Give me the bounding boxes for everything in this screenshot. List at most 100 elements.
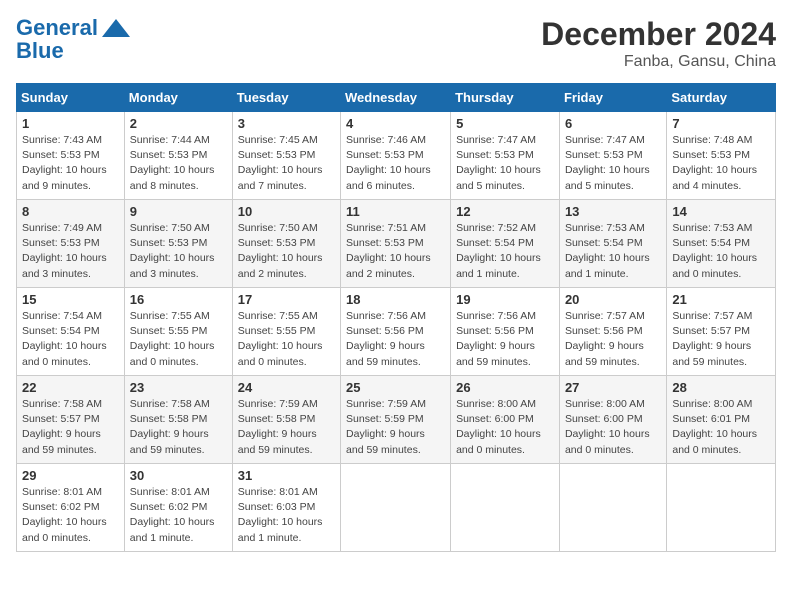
day-info: Sunrise: 8:00 AMSunset: 6:01 PMDaylight:…: [672, 397, 770, 458]
month-title: December 2024: [541, 16, 776, 53]
day-number: 18: [346, 292, 445, 307]
logo-blue: Blue: [16, 38, 64, 64]
calendar-week-row: 15 Sunrise: 7:54 AMSunset: 5:54 PMDaylig…: [17, 288, 776, 376]
day-info: Sunrise: 7:50 AMSunset: 5:53 PMDaylight:…: [238, 221, 335, 282]
table-row: [559, 464, 666, 552]
day-info: Sunrise: 7:50 AMSunset: 5:53 PMDaylight:…: [130, 221, 227, 282]
day-number: 13: [565, 204, 661, 219]
table-row: 12 Sunrise: 7:52 AMSunset: 5:54 PMDaylig…: [451, 200, 560, 288]
col-friday: Friday: [559, 84, 666, 112]
day-number: 2: [130, 116, 227, 131]
day-number: 31: [238, 468, 335, 483]
day-info: Sunrise: 8:01 AMSunset: 6:02 PMDaylight:…: [22, 485, 119, 546]
day-info: Sunrise: 7:58 AMSunset: 5:58 PMDaylight:…: [130, 397, 227, 458]
day-number: 20: [565, 292, 661, 307]
day-number: 10: [238, 204, 335, 219]
col-monday: Monday: [124, 84, 232, 112]
day-number: 14: [672, 204, 770, 219]
day-number: 26: [456, 380, 554, 395]
day-info: Sunrise: 7:53 AMSunset: 5:54 PMDaylight:…: [672, 221, 770, 282]
day-info: Sunrise: 8:00 AMSunset: 6:00 PMDaylight:…: [456, 397, 554, 458]
table-row: 7 Sunrise: 7:48 AMSunset: 5:53 PMDayligh…: [667, 112, 776, 200]
day-info: Sunrise: 7:57 AMSunset: 5:57 PMDaylight:…: [672, 309, 770, 370]
table-row: 14 Sunrise: 7:53 AMSunset: 5:54 PMDaylig…: [667, 200, 776, 288]
day-info: Sunrise: 7:45 AMSunset: 5:53 PMDaylight:…: [238, 133, 335, 194]
day-info: Sunrise: 8:00 AMSunset: 6:00 PMDaylight:…: [565, 397, 661, 458]
day-number: 5: [456, 116, 554, 131]
logo-text: General: [16, 16, 98, 40]
day-number: 11: [346, 204, 445, 219]
day-number: 29: [22, 468, 119, 483]
table-row: 26 Sunrise: 8:00 AMSunset: 6:00 PMDaylig…: [451, 376, 560, 464]
table-row: 13 Sunrise: 7:53 AMSunset: 5:54 PMDaylig…: [559, 200, 666, 288]
table-row: 18 Sunrise: 7:56 AMSunset: 5:56 PMDaylig…: [341, 288, 451, 376]
table-row: 5 Sunrise: 7:47 AMSunset: 5:53 PMDayligh…: [451, 112, 560, 200]
table-row: 22 Sunrise: 7:58 AMSunset: 5:57 PMDaylig…: [17, 376, 125, 464]
col-sunday: Sunday: [17, 84, 125, 112]
table-row: 11 Sunrise: 7:51 AMSunset: 5:53 PMDaylig…: [341, 200, 451, 288]
day-info: Sunrise: 7:46 AMSunset: 5:53 PMDaylight:…: [346, 133, 445, 194]
logo: General Blue: [16, 16, 130, 64]
header-row: Sunday Monday Tuesday Wednesday Thursday…: [17, 84, 776, 112]
day-info: Sunrise: 7:59 AMSunset: 5:59 PMDaylight:…: [346, 397, 445, 458]
day-number: 16: [130, 292, 227, 307]
table-row: 4 Sunrise: 7:46 AMSunset: 5:53 PMDayligh…: [341, 112, 451, 200]
table-row: 17 Sunrise: 7:55 AMSunset: 5:55 PMDaylig…: [232, 288, 340, 376]
table-row: 10 Sunrise: 7:50 AMSunset: 5:53 PMDaylig…: [232, 200, 340, 288]
day-number: 4: [346, 116, 445, 131]
table-row: 28 Sunrise: 8:00 AMSunset: 6:01 PMDaylig…: [667, 376, 776, 464]
day-number: 21: [672, 292, 770, 307]
day-info: Sunrise: 7:51 AMSunset: 5:53 PMDaylight:…: [346, 221, 445, 282]
table-row: 24 Sunrise: 7:59 AMSunset: 5:58 PMDaylig…: [232, 376, 340, 464]
table-row: 6 Sunrise: 7:47 AMSunset: 5:53 PMDayligh…: [559, 112, 666, 200]
title-block: December 2024 Fanba, Gansu, China: [541, 16, 776, 71]
table-row: [451, 464, 560, 552]
logo-icon: [102, 19, 130, 37]
calendar-table: Sunday Monday Tuesday Wednesday Thursday…: [16, 83, 776, 552]
day-number: 6: [565, 116, 661, 131]
day-info: Sunrise: 7:52 AMSunset: 5:54 PMDaylight:…: [456, 221, 554, 282]
table-row: 15 Sunrise: 7:54 AMSunset: 5:54 PMDaylig…: [17, 288, 125, 376]
table-row: [667, 464, 776, 552]
col-saturday: Saturday: [667, 84, 776, 112]
page-header: General Blue December 2024 Fanba, Gansu,…: [16, 16, 776, 71]
table-row: 30 Sunrise: 8:01 AMSunset: 6:02 PMDaylig…: [124, 464, 232, 552]
day-number: 25: [346, 380, 445, 395]
day-info: Sunrise: 7:58 AMSunset: 5:57 PMDaylight:…: [22, 397, 119, 458]
day-info: Sunrise: 7:55 AMSunset: 5:55 PMDaylight:…: [238, 309, 335, 370]
table-row: 8 Sunrise: 7:49 AMSunset: 5:53 PMDayligh…: [17, 200, 125, 288]
day-number: 27: [565, 380, 661, 395]
day-number: 12: [456, 204, 554, 219]
calendar-week-row: 22 Sunrise: 7:58 AMSunset: 5:57 PMDaylig…: [17, 376, 776, 464]
day-info: Sunrise: 7:53 AMSunset: 5:54 PMDaylight:…: [565, 221, 661, 282]
table-row: 21 Sunrise: 7:57 AMSunset: 5:57 PMDaylig…: [667, 288, 776, 376]
calendar-week-row: 8 Sunrise: 7:49 AMSunset: 5:53 PMDayligh…: [17, 200, 776, 288]
day-number: 19: [456, 292, 554, 307]
day-number: 23: [130, 380, 227, 395]
day-info: Sunrise: 8:01 AMSunset: 6:03 PMDaylight:…: [238, 485, 335, 546]
day-number: 9: [130, 204, 227, 219]
day-number: 17: [238, 292, 335, 307]
day-info: Sunrise: 7:43 AMSunset: 5:53 PMDaylight:…: [22, 133, 119, 194]
day-info: Sunrise: 7:59 AMSunset: 5:58 PMDaylight:…: [238, 397, 335, 458]
day-info: Sunrise: 8:01 AMSunset: 6:02 PMDaylight:…: [130, 485, 227, 546]
day-info: Sunrise: 7:48 AMSunset: 5:53 PMDaylight:…: [672, 133, 770, 194]
day-number: 24: [238, 380, 335, 395]
day-info: Sunrise: 7:47 AMSunset: 5:53 PMDaylight:…: [565, 133, 661, 194]
day-info: Sunrise: 7:44 AMSunset: 5:53 PMDaylight:…: [130, 133, 227, 194]
day-info: Sunrise: 7:55 AMSunset: 5:55 PMDaylight:…: [130, 309, 227, 370]
table-row: 9 Sunrise: 7:50 AMSunset: 5:53 PMDayligh…: [124, 200, 232, 288]
day-number: 28: [672, 380, 770, 395]
table-row: 31 Sunrise: 8:01 AMSunset: 6:03 PMDaylig…: [232, 464, 340, 552]
day-number: 22: [22, 380, 119, 395]
day-info: Sunrise: 7:47 AMSunset: 5:53 PMDaylight:…: [456, 133, 554, 194]
table-row: 16 Sunrise: 7:55 AMSunset: 5:55 PMDaylig…: [124, 288, 232, 376]
day-info: Sunrise: 7:54 AMSunset: 5:54 PMDaylight:…: [22, 309, 119, 370]
table-row: 1 Sunrise: 7:43 AMSunset: 5:53 PMDayligh…: [17, 112, 125, 200]
day-info: Sunrise: 7:49 AMSunset: 5:53 PMDaylight:…: [22, 221, 119, 282]
calendar-week-row: 29 Sunrise: 8:01 AMSunset: 6:02 PMDaylig…: [17, 464, 776, 552]
day-number: 15: [22, 292, 119, 307]
location: Fanba, Gansu, China: [541, 53, 776, 71]
calendar-week-row: 1 Sunrise: 7:43 AMSunset: 5:53 PMDayligh…: [17, 112, 776, 200]
day-info: Sunrise: 7:56 AMSunset: 5:56 PMDaylight:…: [456, 309, 554, 370]
